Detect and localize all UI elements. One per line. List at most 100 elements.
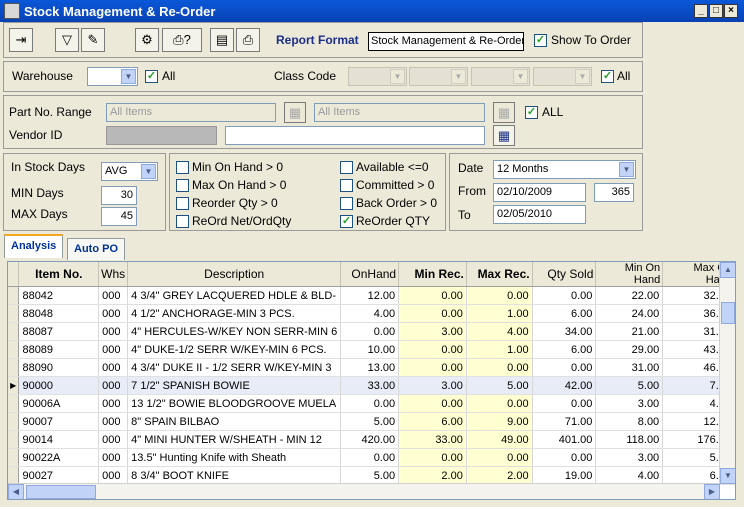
table-cell[interactable]: 000 — [98, 286, 129, 305]
table-cell[interactable]: 4 3/4" GREY LACQUERED HDLE & BLD- — [127, 286, 342, 305]
part-to-input[interactable]: All Items — [314, 103, 485, 122]
class-code-select-2[interactable]: ▼ — [409, 67, 468, 86]
col-header[interactable]: OnHand — [340, 262, 400, 287]
from-date-input[interactable]: 02/10/2009 — [493, 183, 586, 202]
table-cell[interactable]: 0.00 — [532, 394, 597, 413]
table-cell[interactable]: 000 — [98, 394, 129, 413]
in-stock-days-select[interactable]: AVG ▼ — [101, 162, 158, 181]
col-header[interactable]: Min On Hand — [595, 262, 664, 287]
show-to-order-checkbox[interactable]: ✓ — [534, 34, 547, 47]
exit-icon[interactable]: ⇥ — [9, 28, 33, 52]
table-cell[interactable]: 401.00 — [532, 430, 597, 449]
committed-checkbox[interactable] — [340, 179, 353, 192]
col-header[interactable]: Whs — [98, 262, 129, 287]
table-cell[interactable]: 21.00 — [595, 322, 664, 341]
col-header[interactable]: Max Rec. — [466, 262, 533, 287]
max-on-hand-checkbox[interactable] — [176, 179, 189, 192]
scroll-up-icon[interactable]: ▲ — [720, 262, 735, 278]
lookup-icon[interactable]: ▦ — [493, 102, 515, 123]
table-cell[interactable]: 88048 — [18, 304, 100, 323]
table-row[interactable]: 88042 000 4 3/4" GREY LACQUERED HDLE & BLD… — [8, 286, 735, 305]
tab-auto-po[interactable]: Auto PO — [67, 238, 125, 260]
table-row[interactable]: 90027 000 8 3/4" BOOT KNIFE 5.00 2.00 2.00 19.… — [8, 466, 735, 485]
part-all-checkbox[interactable]: ✓ — [525, 106, 538, 119]
table-cell[interactable]: 0.00 — [340, 322, 400, 341]
table-cell[interactable]: 7 1/2" SPANISH BOWIE — [127, 376, 342, 395]
available-checkbox[interactable] — [340, 161, 353, 174]
to-date-input[interactable]: 02/05/2010 — [493, 205, 586, 224]
table-cell[interactable]: 0.00 — [340, 394, 400, 413]
reorder-qty-checkbox[interactable] — [176, 197, 189, 210]
table-cell[interactable]: 4 3/4" DUKE II - 1/2 SERR W/KEY-MIN 3 — [127, 358, 342, 377]
table-cell[interactable]: 4.00 — [595, 466, 664, 485]
class-code-all-checkbox[interactable]: ✓ — [601, 70, 614, 83]
table-cell[interactable]: 90006A — [18, 394, 100, 413]
table-cell[interactable]: 24.00 — [595, 304, 664, 323]
row-selector[interactable]: ▶ — [8, 376, 20, 395]
table-cell[interactable]: 12.00 — [340, 286, 400, 305]
table-cell[interactable]: 000 — [98, 448, 129, 467]
table-cell[interactable]: 90014 — [18, 430, 100, 449]
table-cell[interactable]: 000 — [98, 430, 129, 449]
vertical-scrollbar[interactable]: ▲ ▼ — [719, 262, 735, 484]
table-cell[interactable]: 0.00 — [398, 358, 467, 377]
table-cell[interactable]: 5.00 — [340, 412, 400, 431]
table-cell[interactable]: 4 1/2" ANCHORAGE-MIN 3 PCS. — [127, 304, 342, 323]
table-cell[interactable]: 4" DUKE-1/2 SERR W/KEY-MIN 6 PCS. — [127, 340, 342, 359]
table-cell[interactable]: 420.00 — [340, 430, 400, 449]
table-cell[interactable]: 90007 — [18, 412, 100, 431]
print-icon[interactable]: ⎙ — [236, 28, 260, 52]
table-cell[interactable]: 000 — [98, 322, 129, 341]
table-cell[interactable]: 33.00 — [398, 430, 467, 449]
table-row[interactable]: ▶ 90000 000 7 1/2" SPANISH BOWIE 33.00 3.00 5.… — [8, 376, 735, 395]
scroll-right-icon[interactable]: ▶ — [704, 484, 720, 499]
part-from-input[interactable]: All Items — [106, 103, 276, 122]
vendor-lookup-icon[interactable]: ▦ — [493, 125, 515, 146]
class-code-select-1[interactable]: ▼ — [348, 67, 407, 86]
back-order-checkbox[interactable] — [340, 197, 353, 210]
table-cell[interactable]: 8 3/4" BOOT KNIFE — [127, 466, 342, 485]
filter-icon[interactable]: ▽ — [55, 28, 79, 52]
table-cell[interactable]: 13 1/2" BOWIE BLOODGROOVE MUELA — [127, 394, 342, 413]
table-cell[interactable]: 88042 — [18, 286, 100, 305]
close-button[interactable]: × — [724, 4, 738, 18]
table-cell[interactable]: 13.5" Hunting Knife with Sheath — [127, 448, 342, 467]
table-cell[interactable]: 33.00 — [340, 376, 400, 395]
table-cell[interactable]: 000 — [98, 340, 129, 359]
table-cell[interactable]: 6.00 — [532, 340, 597, 359]
row-selector[interactable] — [8, 286, 20, 305]
row-selector[interactable] — [8, 304, 20, 323]
table-cell[interactable]: 90027 — [18, 466, 100, 485]
table-cell[interactable]: 1.00 — [466, 340, 533, 359]
reorder-qty2-checkbox[interactable]: ✓ — [340, 215, 353, 228]
table-cell[interactable]: 0.00 — [398, 448, 467, 467]
table-cell[interactable]: 0.00 — [466, 394, 533, 413]
date-range-select[interactable]: 12 Months ▼ — [493, 160, 636, 179]
table-row[interactable]: 90014 000 4" MINI HUNTER W/SHEATH - MIN 12… — [8, 430, 735, 449]
maximize-button[interactable]: □ — [709, 4, 723, 18]
table-cell[interactable]: 0.00 — [398, 340, 467, 359]
vendor-id-input[interactable] — [106, 126, 217, 145]
col-header[interactable]: Description — [127, 262, 342, 287]
table-cell[interactable]: 0.00 — [398, 394, 467, 413]
days-input[interactable]: 365 — [594, 183, 634, 202]
table-cell[interactable]: 0.00 — [466, 358, 533, 377]
table-cell[interactable]: 5.00 — [466, 376, 533, 395]
table-cell[interactable]: 6.00 — [532, 304, 597, 323]
table-cell[interactable]: 0.00 — [398, 304, 467, 323]
row-selector[interactable] — [8, 466, 20, 485]
table-cell[interactable]: 9.00 — [466, 412, 533, 431]
table-row[interactable]: 88087 000 4" HERCULES-W/KEY NON SERR-MIN 6… — [8, 322, 735, 341]
table-cell[interactable]: 000 — [98, 376, 129, 395]
table-cell[interactable]: 000 — [98, 412, 129, 431]
warehouse-select[interactable]: ▼ — [87, 67, 138, 86]
class-code-select-4[interactable]: ▼ — [533, 67, 592, 86]
table-cell[interactable]: 4.00 — [466, 322, 533, 341]
table-cell[interactable]: 88089 — [18, 340, 100, 359]
table-cell[interactable]: 5.00 — [340, 466, 400, 485]
table-cell[interactable]: 0.00 — [340, 448, 400, 467]
table-cell[interactable]: 0.00 — [398, 286, 467, 305]
table-cell[interactable]: 71.00 — [532, 412, 597, 431]
table-cell[interactable]: 3.00 — [398, 322, 467, 341]
print-preview-icon[interactable]: ⎙? — [162, 28, 202, 52]
